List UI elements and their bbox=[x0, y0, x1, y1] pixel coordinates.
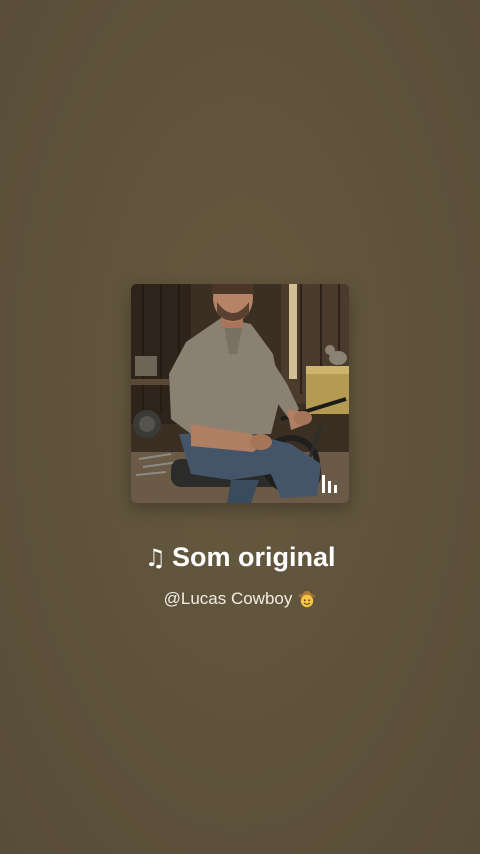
audio-title-text: Som original bbox=[171, 542, 336, 572]
audio-author[interactable]: @Lucas Cowboy bbox=[0, 588, 480, 610]
cover-image bbox=[131, 284, 349, 503]
author-name: @Lucas Cowboy bbox=[163, 589, 293, 608]
audio-title[interactable]: ♫ Som original bbox=[0, 540, 480, 575]
album-cover[interactable] bbox=[131, 284, 349, 503]
music-note-icon: ♫ bbox=[144, 544, 166, 572]
cowboy-face-emoji bbox=[298, 590, 316, 608]
bars-chart-icon bbox=[322, 475, 337, 493]
